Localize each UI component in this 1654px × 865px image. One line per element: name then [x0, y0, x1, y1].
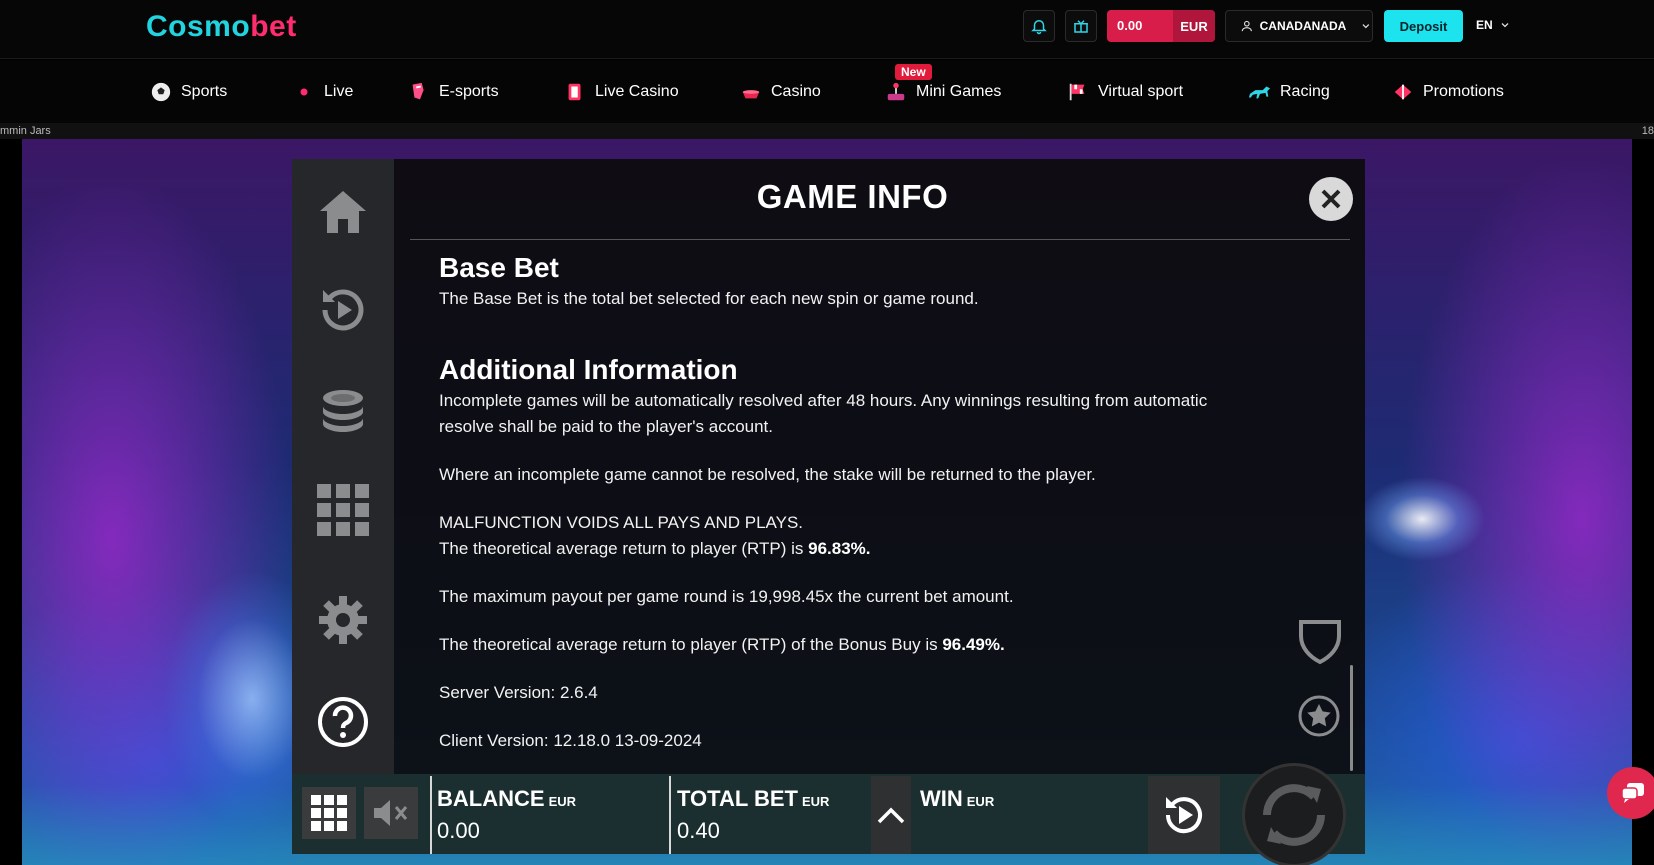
balance-value: 0.00: [437, 818, 480, 843]
malfunction-text: MALFUNCTION VOIDS ALL PAYS AND PLAYS.: [439, 513, 804, 532]
title-divider: [410, 239, 1350, 240]
rtp-value: 96.83%.: [808, 539, 871, 558]
username: CANADANADA: [1259, 19, 1347, 33]
help-button[interactable]: [316, 695, 370, 749]
header-balance-currency: EUR: [1173, 10, 1215, 42]
nav-item-promotions[interactable]: Promotions: [1391, 80, 1504, 104]
nav-item-virtual-sport[interactable]: Virtual sport: [1066, 80, 1183, 104]
grid-icon: [317, 484, 369, 536]
chevron-down-icon: [1362, 24, 1370, 29]
game-info-content: Base Bet The Base Bet is the total bet s…: [439, 250, 1239, 754]
gear-icon: [319, 596, 367, 644]
notifications-button[interactable]: [1023, 10, 1055, 42]
bet-up-button[interactable]: [871, 776, 911, 854]
bonus-rtp-value: 96.49%.: [942, 635, 1005, 654]
base-bet-text: The Base Bet is the total bet selected f…: [439, 289, 979, 308]
joystick-icon: [884, 80, 908, 104]
ticker-left-text: mmin Jars: [0, 125, 51, 137]
header-balance[interactable]: 0.00 EUR: [1107, 10, 1215, 42]
cards-icon: [563, 80, 587, 104]
checkered-flag-icon: [1066, 80, 1090, 104]
mute-icon: [374, 800, 408, 826]
grid-icon: [311, 795, 347, 831]
favorite-button[interactable]: [1298, 695, 1340, 742]
client-version: Client Version: 12.18.0 13-09-2024: [439, 731, 702, 750]
game-info-title: GAME INFO: [756, 178, 949, 215]
replay-icon: [322, 289, 364, 331]
close-icon: [1321, 189, 1341, 209]
language-label: EN: [1476, 18, 1493, 32]
server-version: Server Version: 2.6.4: [439, 683, 598, 702]
nav-item-casino[interactable]: Casino: [739, 80, 821, 104]
coins-icon: [323, 390, 363, 432]
live-dot-icon: [292, 80, 316, 104]
base-bet-heading: Base Bet: [439, 252, 559, 283]
total-bet-value: 0.40: [677, 818, 720, 843]
shield-icon: [1299, 620, 1341, 665]
main-nav: Sports Live E-sports Live Casino Casino …: [0, 60, 1654, 123]
autoplay-icon: [1165, 797, 1202, 834]
menu-button[interactable]: [302, 787, 356, 839]
nav-item-live[interactable]: Live: [292, 80, 353, 104]
home-icon: [320, 191, 366, 233]
bar-divider: [430, 776, 432, 854]
responsible-gaming-button[interactable]: [1298, 619, 1342, 670]
paytable-button[interactable]: [316, 483, 370, 537]
win-label: WIN EUR: [920, 786, 995, 811]
cosmobet-logo[interactable]: Cosmobet: [146, 8, 297, 46]
bell-icon: [1031, 20, 1047, 35]
spin-arrows-icon: [1263, 784, 1325, 846]
chevron-down-icon: [1501, 23, 1509, 28]
chevron-up-icon: [877, 807, 905, 824]
additional-info-heading: Additional Information: [439, 354, 738, 385]
bar-divider: [669, 776, 671, 854]
chat-icon: [1621, 783, 1644, 803]
autoplay-button[interactable]: [1148, 776, 1220, 854]
ticker-right-text: 18: [1641, 125, 1654, 137]
gift-icon: [1074, 20, 1088, 33]
total-bet-label: TOTAL BET EUR: [677, 786, 830, 811]
gift-icon: [1391, 80, 1415, 104]
incomplete-games-text: Incomplete games will be automatically r…: [439, 391, 1208, 436]
live-chat-button[interactable]: [1607, 767, 1654, 819]
rtp-text: The theoretical average return to player…: [439, 539, 871, 558]
new-badge: New: [895, 64, 932, 80]
spin-button[interactable]: [1242, 763, 1346, 865]
gift-box-button[interactable]: [1065, 10, 1097, 42]
top-bar: Cosmobet 0.00 EUR CANADANADA Deposit EN: [0, 0, 1654, 59]
settings-button[interactable]: [316, 593, 370, 647]
nav-item-sports[interactable]: Sports: [149, 80, 227, 104]
max-payout-text: The maximum payout per game round is 19,…: [439, 587, 1014, 606]
horse-icon: [1248, 80, 1272, 104]
bonus-rtp-text: The theoretical average return to player…: [439, 635, 1005, 654]
home-button[interactable]: [316, 185, 370, 239]
game-side-menu: [292, 159, 394, 774]
game-ticker: mmin Jars 18: [0, 123, 1654, 139]
replay-button[interactable]: [316, 283, 370, 337]
casino-icon: [739, 80, 763, 104]
close-info-button[interactable]: [1309, 177, 1353, 221]
balance-label: BALANCE EUR: [437, 786, 577, 811]
nav-item-racing[interactable]: Racing: [1248, 80, 1330, 104]
stake-returned-text: Where an incomplete game cannot be resol…: [439, 465, 1096, 484]
sound-toggle-button[interactable]: [364, 787, 418, 839]
soccer-ball-icon: [149, 80, 173, 104]
user-menu[interactable]: CANADANADA: [1225, 10, 1373, 42]
deposit-button[interactable]: Deposit: [1384, 10, 1463, 42]
star-icon: [1298, 695, 1340, 737]
nav-item-esports[interactable]: E-sports: [407, 80, 499, 104]
language-selector[interactable]: EN: [1476, 18, 1511, 32]
nav-item-mini-games[interactable]: Mini Games: [884, 80, 1001, 104]
esports-icon: [407, 80, 431, 104]
question-icon: [318, 697, 368, 747]
info-scrollbar[interactable]: [1350, 665, 1353, 771]
header-balance-amount: 0.00: [1117, 18, 1143, 33]
bet-coins-button[interactable]: [316, 383, 370, 437]
user-icon: [1241, 20, 1252, 32]
nav-item-live-casino[interactable]: Live Casino: [563, 80, 679, 104]
